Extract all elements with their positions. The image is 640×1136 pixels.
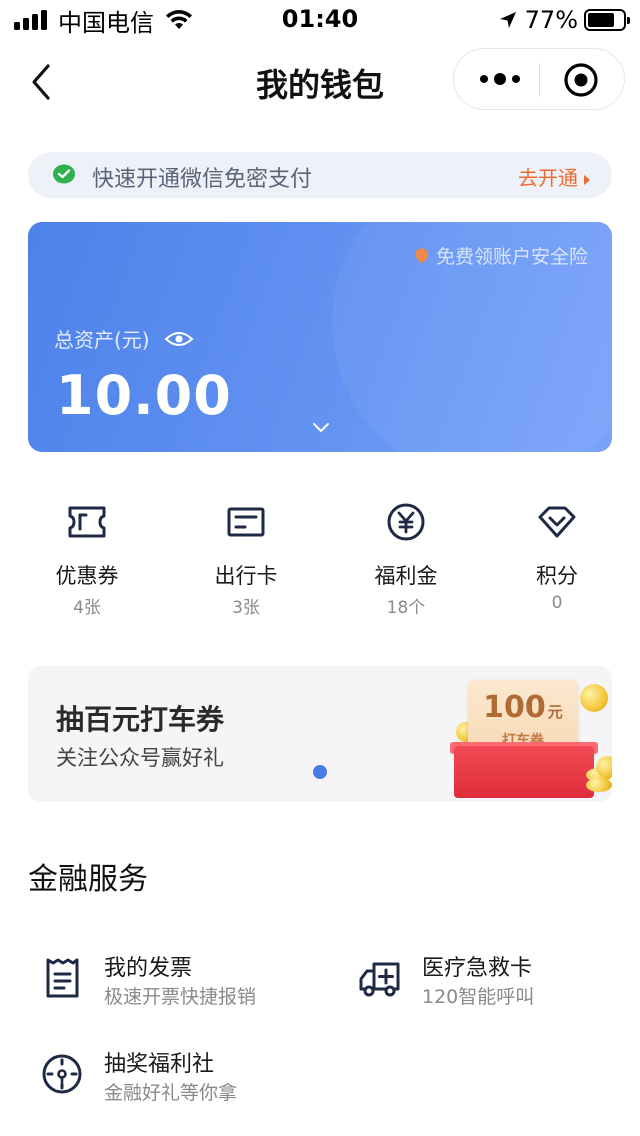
quick-item-welfare[interactable]: 福利金 18个 bbox=[346, 496, 466, 622]
promo-subtitle: 关注公众号赢好礼 bbox=[56, 746, 224, 770]
coupon-unit: 元 bbox=[547, 703, 563, 721]
total-assets-label: 总资产(元) bbox=[54, 324, 194, 353]
miniprogram-capsule bbox=[453, 48, 625, 110]
nav-bar: 我的钱包 bbox=[0, 48, 640, 112]
total-assets-text: 总资产(元) bbox=[54, 328, 150, 352]
quick-item-label: 优惠券 bbox=[55, 564, 119, 588]
insurance-link[interactable]: 免费领账户安全险 bbox=[415, 242, 588, 269]
shield-icon bbox=[415, 248, 428, 263]
quick-item-count: 4张 bbox=[73, 598, 101, 618]
total-assets-value: 10.00 bbox=[56, 364, 232, 427]
close-miniprogram-icon[interactable] bbox=[562, 61, 600, 99]
quick-item-label: 福利金 bbox=[374, 564, 438, 588]
quick-item-points[interactable]: 积分 0 bbox=[497, 496, 617, 622]
more-icon[interactable] bbox=[472, 59, 528, 99]
quick-item-count: 18个 bbox=[386, 598, 426, 618]
battery-percent: 77% bbox=[524, 6, 578, 34]
service-title: 我的发票 bbox=[104, 956, 193, 981]
service-subtitle: 120智能呼叫 bbox=[422, 986, 535, 1008]
coin-icon bbox=[580, 684, 608, 712]
card-icon bbox=[227, 507, 265, 537]
quick-item-label: 积分 bbox=[536, 564, 578, 588]
activate-link[interactable]: 去开通 bbox=[518, 162, 590, 191]
finance-section-title: 金融服务 bbox=[28, 862, 148, 897]
service-lottery[interactable]: 抽奖福利社 金融好礼等你拿 bbox=[30, 1042, 310, 1112]
arrow-right-icon bbox=[584, 174, 590, 185]
gift-box bbox=[454, 746, 594, 798]
quick-entries: 优惠券 4张 出行卡 3张 福利金 18个 积分 0 bbox=[0, 496, 640, 626]
wechat-pay-banner[interactable]: 快速开通微信免密支付 去开通 bbox=[28, 152, 612, 198]
carousel-indicator[interactable] bbox=[313, 765, 327, 779]
coupon-amount: 100 bbox=[483, 690, 546, 725]
service-title: 医疗急救卡 bbox=[422, 956, 533, 981]
status-bar: 中国电信 01:40 77% bbox=[0, 0, 640, 40]
battery-icon bbox=[584, 9, 630, 31]
service-subtitle: 金融好礼等你拿 bbox=[104, 1082, 238, 1104]
wechat-pay-icon bbox=[53, 164, 75, 184]
service-invoice[interactable]: 我的发票 极速开票快捷报销 bbox=[30, 946, 310, 1016]
promo-banner[interactable]: 抽百元打车券 关注公众号赢好礼 100 元 打车券 bbox=[28, 666, 612, 802]
service-medical-card[interactable]: 医疗急救卡 120智能呼叫 bbox=[348, 946, 628, 1016]
location-arrow-icon bbox=[499, 12, 516, 28]
assets-card: 免费领账户安全险 总资产(元) 10.00 bbox=[28, 222, 612, 452]
ticket-icon bbox=[68, 506, 106, 538]
quick-item-travel-card[interactable]: 出行卡 3张 bbox=[186, 496, 306, 622]
coin-icon bbox=[596, 756, 612, 778]
quick-item-coupons[interactable]: 优惠券 4张 bbox=[27, 496, 147, 622]
diamond-icon bbox=[538, 506, 576, 538]
insurance-text: 免费领账户安全险 bbox=[435, 246, 588, 268]
status-right: 77% bbox=[499, 6, 630, 34]
promo-title: 抽百元打车券 bbox=[56, 703, 225, 736]
quick-item-label: 出行卡 bbox=[214, 564, 278, 588]
chevron-down-icon[interactable] bbox=[312, 422, 330, 434]
service-title: 抽奖福利社 bbox=[104, 1052, 215, 1077]
coupon-value: 100 元 bbox=[468, 690, 578, 725]
yuan-coin-icon bbox=[387, 503, 425, 541]
quick-item-count: 0 bbox=[551, 593, 563, 613]
invoice-icon bbox=[46, 958, 79, 998]
pay-banner-text: 快速开通微信免密支付 bbox=[92, 167, 313, 192]
wallet-page: 中国电信 01:40 77% 我的钱包 快速开通微信免密支付 去开通 免费领账户… bbox=[0, 0, 640, 1136]
capsule-divider bbox=[539, 63, 540, 97]
ambulance-icon bbox=[359, 962, 400, 997]
coin-stack-icon bbox=[586, 778, 612, 792]
promo-illustration: 100 元 打车券 bbox=[420, 672, 612, 802]
quick-item-count: 3张 bbox=[232, 598, 260, 618]
eye-icon[interactable] bbox=[164, 329, 194, 349]
service-subtitle: 极速开票快捷报销 bbox=[104, 986, 257, 1008]
lottery-dial-icon bbox=[42, 1054, 82, 1094]
activate-label: 去开通 bbox=[518, 166, 578, 190]
